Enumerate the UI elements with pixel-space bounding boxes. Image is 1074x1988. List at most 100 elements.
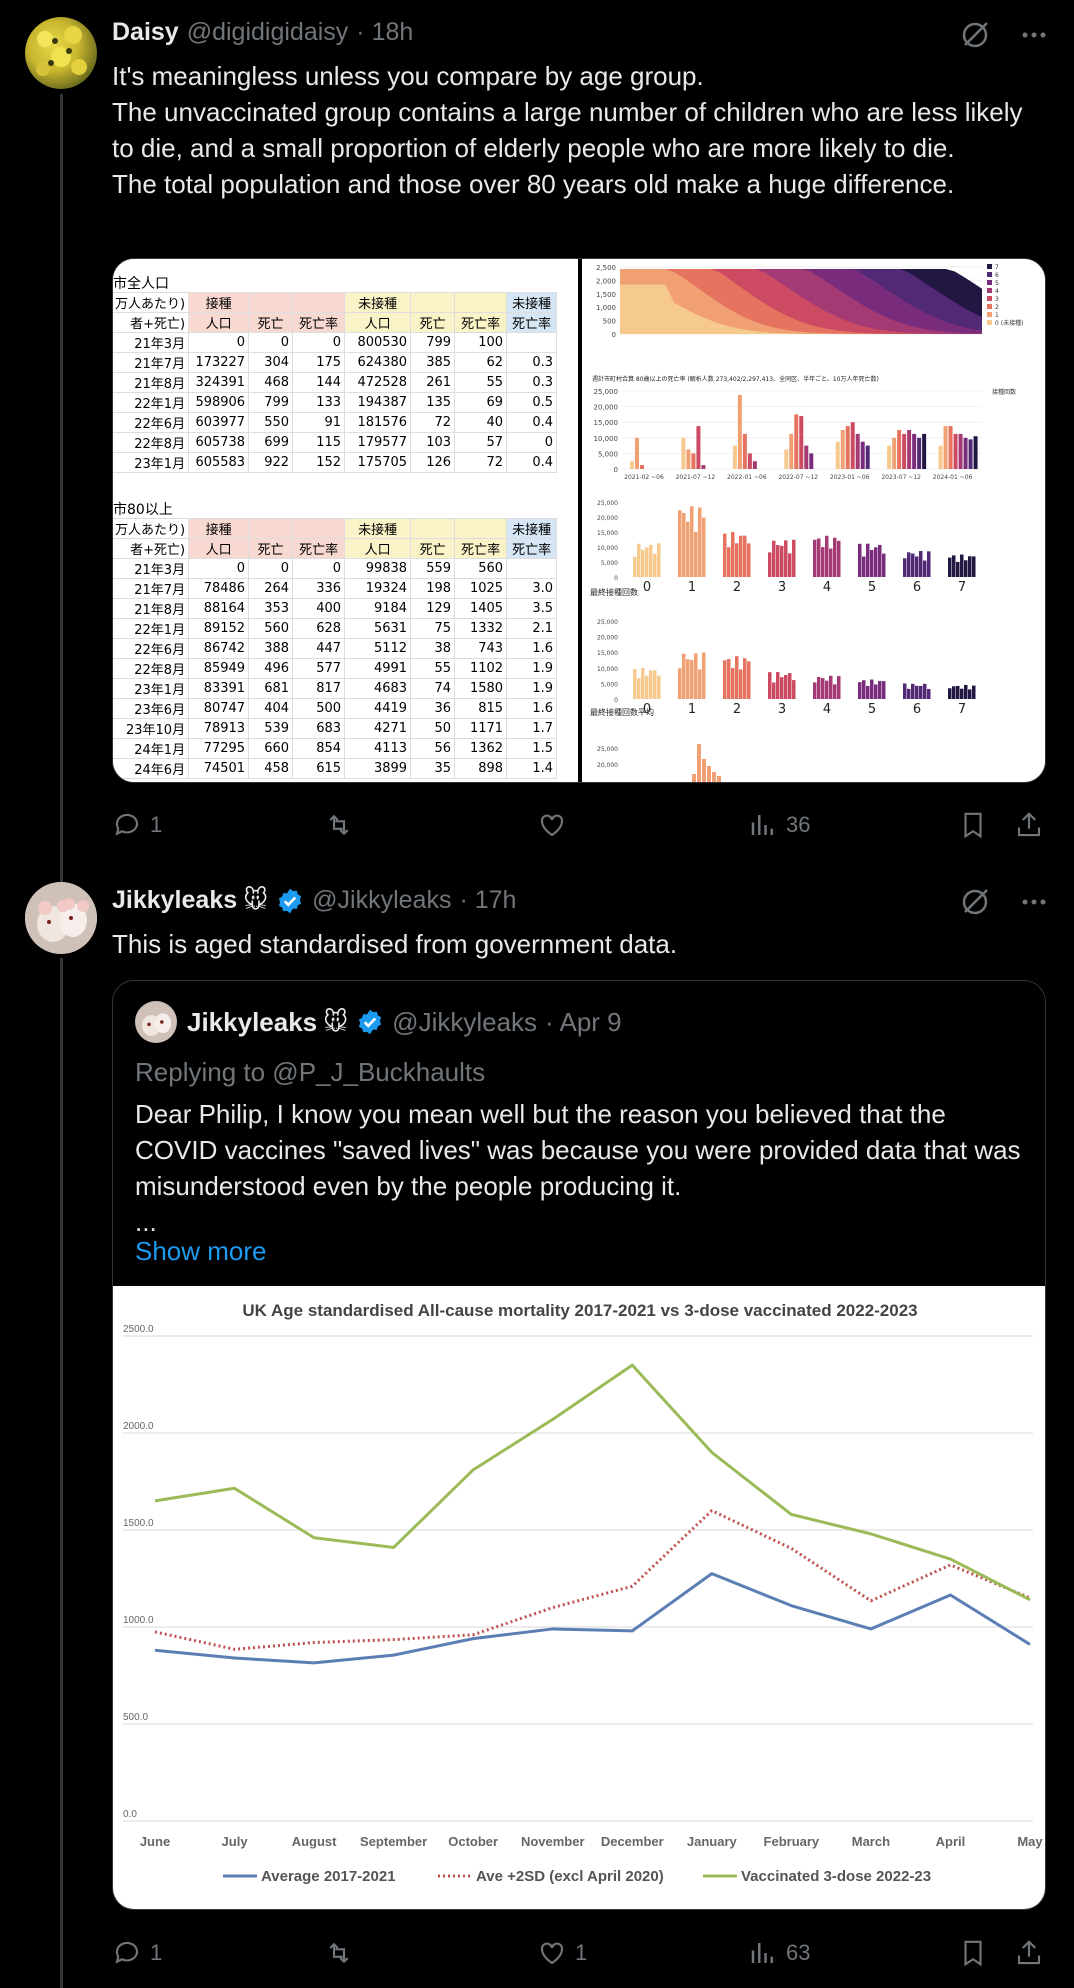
table-cell: 133 bbox=[292, 392, 346, 413]
legend-swatch bbox=[987, 312, 992, 317]
retweet-button[interactable] bbox=[324, 1938, 362, 1968]
table-cell: 799 bbox=[248, 392, 294, 413]
dose-tick-label: 6 bbox=[913, 580, 921, 595]
bookmark-icon bbox=[964, 812, 982, 839]
bar bbox=[821, 547, 825, 577]
japan-charts: 2,5002,0001,5001,000500076543210 (未接種)週計… bbox=[590, 264, 1023, 782]
share-icon bbox=[1017, 812, 1041, 837]
legend-label: 5 bbox=[995, 280, 999, 287]
table-cell: 4113 bbox=[344, 738, 412, 759]
table-cell: 23年1月 bbox=[113, 678, 190, 699]
bar bbox=[953, 433, 958, 469]
table-cell: 447 bbox=[292, 638, 346, 659]
reply-button[interactable]: 1 bbox=[112, 1938, 162, 1968]
timestamp[interactable]: · 17h bbox=[459, 886, 516, 915]
table-cell: 1332 bbox=[454, 618, 508, 639]
avatar[interactable] bbox=[25, 17, 97, 89]
retweet-icon bbox=[329, 1942, 349, 1964]
table-cell: 91 bbox=[292, 412, 346, 433]
table-cell: 304 bbox=[248, 352, 294, 373]
grok-icon[interactable] bbox=[960, 887, 990, 922]
share-button[interactable] bbox=[1014, 1938, 1044, 1968]
bar bbox=[840, 430, 845, 469]
table-cell: 559 bbox=[410, 558, 456, 579]
views-count: 63 bbox=[786, 1940, 811, 1965]
bar bbox=[825, 535, 829, 577]
table-cell: 38 bbox=[410, 638, 456, 659]
y-tick-label: 15,000 bbox=[597, 650, 618, 657]
x-tick-label: July bbox=[222, 1834, 249, 1849]
verified-icon[interactable] bbox=[276, 887, 304, 915]
retweet-button[interactable] bbox=[324, 810, 362, 840]
bar bbox=[697, 744, 701, 782]
table-cell: 1102 bbox=[454, 658, 508, 679]
more-icon[interactable] bbox=[1020, 21, 1048, 54]
bar bbox=[804, 445, 809, 469]
reply-button[interactable]: 1 bbox=[112, 810, 162, 840]
tweet-header: Daisy @digidigidaisy · 18h bbox=[112, 18, 413, 47]
handle[interactable]: @digidigidaisy bbox=[187, 18, 349, 47]
bar bbox=[892, 437, 897, 469]
y-tick-label: 500.0 bbox=[123, 1712, 148, 1723]
table-cell: 1.9 bbox=[506, 658, 558, 679]
display-name[interactable]: Jikkyleaks bbox=[112, 886, 237, 915]
table-cell: 4271 bbox=[344, 718, 412, 739]
bar bbox=[845, 426, 850, 469]
bar bbox=[907, 430, 912, 469]
show-more-link[interactable]: Show more bbox=[135, 1236, 267, 1267]
table-cell: 36 bbox=[410, 698, 456, 719]
mortality-chart[interactable]: UK Age standardised All-cause mortality … bbox=[113, 1286, 1045, 1909]
display-name[interactable]: Daisy bbox=[112, 18, 179, 47]
bookmark-button[interactable] bbox=[958, 1938, 988, 1968]
table-cell: 21年3月 bbox=[113, 558, 190, 579]
table-cell: 1.4 bbox=[506, 758, 558, 779]
quoted-tweet[interactable]: Jikkyleaks 🐭 @Jikkyleaks · Apr 9 Replyin… bbox=[112, 980, 1046, 1910]
tweet-header: Jikkyleaks 🐭 @Jikkyleaks · 17h bbox=[112, 886, 516, 915]
heart-icon bbox=[540, 1942, 564, 1965]
avatar[interactable] bbox=[25, 882, 97, 954]
share-icon bbox=[1017, 1940, 1041, 1965]
bar bbox=[882, 553, 886, 577]
bar bbox=[919, 550, 923, 577]
table-cell: 4419 bbox=[344, 698, 412, 719]
table-cell: 681 bbox=[248, 678, 294, 699]
tweet-text: This is aged standardised from governmen… bbox=[112, 929, 678, 959]
dose-tick-label: 2 bbox=[733, 702, 741, 717]
data-table: 万人あたり) 接種 未接種 未接種 者+死亡) 人口 死亡 死亡率 人口 死亡 死亡率 死亡率 21年3… bbox=[113, 518, 558, 779]
timestamp[interactable]: · 18h bbox=[356, 18, 413, 47]
y-tick-label: 500 bbox=[603, 318, 616, 326]
more-icon[interactable] bbox=[1020, 888, 1048, 921]
table-cell: 103 bbox=[410, 432, 456, 453]
bar bbox=[645, 675, 649, 699]
views-button[interactable]: 63 bbox=[748, 1938, 810, 1968]
handle[interactable]: @Jikkyleaks bbox=[312, 886, 451, 915]
bookmark-button[interactable] bbox=[958, 810, 988, 840]
bar bbox=[635, 437, 639, 469]
table-cell: 3.5 bbox=[506, 598, 558, 619]
table-cell: 万人あたり) bbox=[113, 292, 190, 313]
dose-tick-label: 4 bbox=[823, 702, 831, 717]
like-button[interactable] bbox=[537, 810, 575, 840]
table-cell: 22年6月 bbox=[113, 638, 190, 659]
bar bbox=[678, 668, 682, 699]
table-cell: 179577 bbox=[344, 432, 412, 453]
grok-icon[interactable] bbox=[960, 20, 990, 55]
table-image[interactable]: 市全人口 万人あたり) 接種 未接種 未接種 者+死亡) 人口 死亡 死亡率 人口 死亡 死亡率 死亡… bbox=[113, 259, 578, 782]
bar bbox=[776, 672, 780, 699]
quote-header: Jikkyleaks 🐭 @Jikkyleaks · Apr 9 bbox=[135, 1001, 622, 1043]
bar bbox=[862, 556, 866, 577]
bar bbox=[915, 685, 919, 699]
table-title: 市全人口 bbox=[113, 276, 169, 292]
share-button[interactable] bbox=[1014, 810, 1044, 840]
views-button[interactable]: 36 bbox=[748, 810, 810, 840]
tweet-top-actions bbox=[960, 887, 1048, 922]
table-cell: 126 bbox=[410, 452, 456, 473]
like-button[interactable]: 1 bbox=[537, 1938, 587, 1968]
y-tick-label: 2,500 bbox=[596, 264, 616, 272]
x-tick-label: February bbox=[764, 1834, 820, 1849]
bar bbox=[866, 543, 870, 577]
table-cell: 261 bbox=[410, 372, 456, 393]
tweet-media[interactable]: 市全人口 万人あたり) 接種 未接種 未接種 者+死亡) 人口 死亡 死亡率 人口 死亡 死亡率 死亡… bbox=[112, 258, 1046, 783]
chart-image[interactable]: 2,500 2,000 1,500 1,000 500 0 7 6 5 4 3 2 1 0 (未接種) 週計… bbox=[582, 259, 1045, 782]
bar bbox=[903, 558, 907, 577]
